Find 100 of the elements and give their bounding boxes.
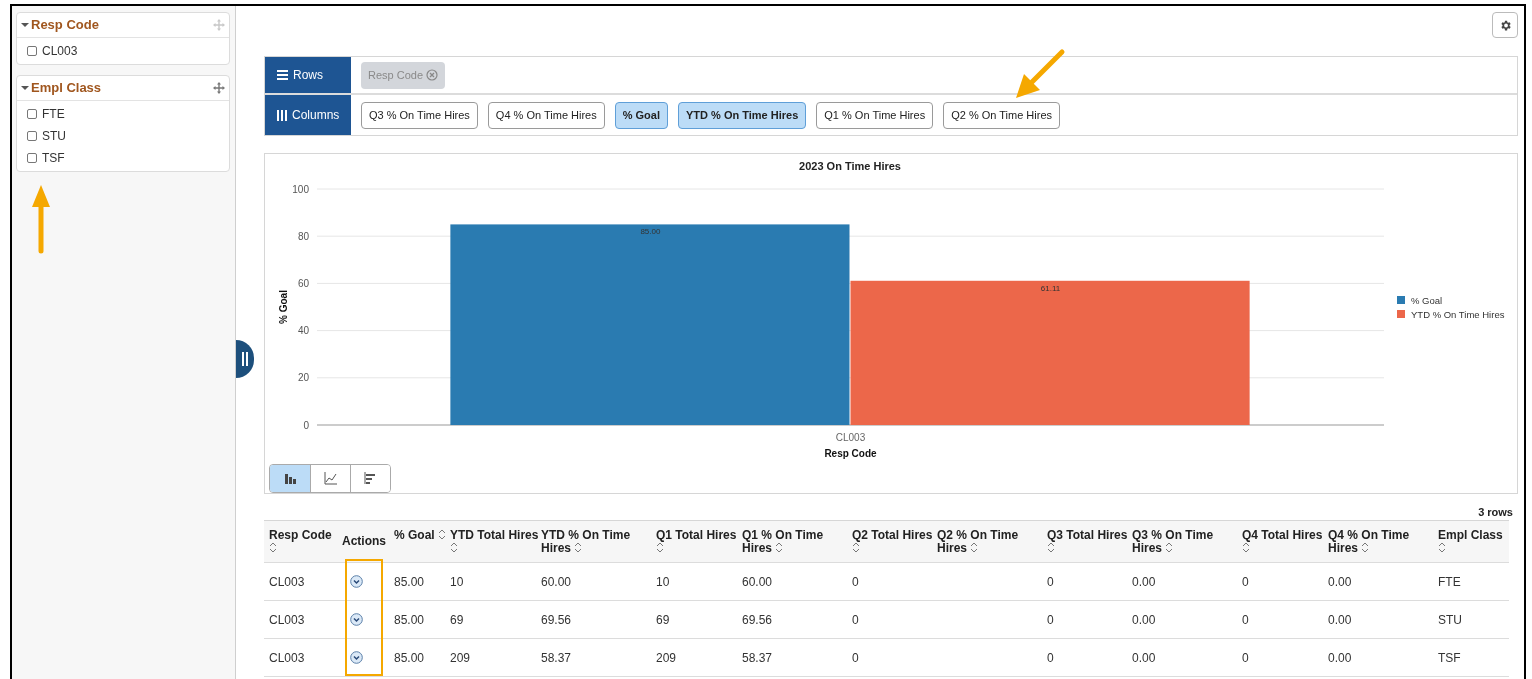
sort-icon[interactable] <box>656 542 664 553</box>
legend-label: YTD % On Time Hires <box>1411 308 1505 320</box>
table-cell: 10 <box>656 574 670 589</box>
checkbox-label: CL003 <box>42 43 78 60</box>
table-cell: CL003 <box>269 612 305 627</box>
sort-icon[interactable] <box>269 542 277 553</box>
panel-splitter-handle[interactable] <box>236 340 254 378</box>
table-cell: FTE <box>1438 574 1461 589</box>
table-cell: STU <box>1438 612 1462 627</box>
column-field-chip[interactable]: Q3 % On Time Hires <box>361 101 478 129</box>
table-cell: 60.00 <box>742 574 773 589</box>
column-header[interactable]: Q1 % On Time Hires <box>742 520 852 563</box>
sort-icon[interactable] <box>1047 542 1055 553</box>
actions-button[interactable] <box>350 651 363 664</box>
sort-icon[interactable] <box>1165 542 1174 553</box>
column-header[interactable]: Q1 Total Hires <box>656 520 742 563</box>
column-header[interactable]: Q2 Total Hires <box>852 520 937 563</box>
checkbox-label: STU <box>42 128 66 145</box>
chart-type-button[interactable] <box>270 465 310 492</box>
horizontal-bar-chart-icon <box>364 472 377 485</box>
column-header[interactable]: Q4 % On Time Hires <box>1328 520 1438 563</box>
column-header[interactable]: Q2 % On Time Hires <box>937 520 1047 563</box>
data-label: 61.11 <box>1040 283 1061 293</box>
chart-title: 2023 On Time Hires <box>799 160 901 172</box>
sort-icon[interactable] <box>1242 542 1250 553</box>
column-field-chip[interactable]: YTD % On Time Hires <box>678 101 807 129</box>
menu-icon <box>277 69 288 81</box>
column-header[interactable]: YTD Total Hires <box>450 520 541 563</box>
table-cell: 0 <box>1047 574 1054 589</box>
table-cell: 0 <box>852 574 859 589</box>
actions-button[interactable] <box>350 613 363 626</box>
checkbox[interactable] <box>27 109 37 119</box>
chevron-down-circle-icon <box>350 651 363 664</box>
sort-icon[interactable] <box>1438 542 1446 553</box>
axis-tick-label: CL003 <box>835 432 866 443</box>
column-header[interactable]: % Goal <box>394 520 450 563</box>
remove-icon[interactable] <box>426 69 439 81</box>
table-cell: 0 <box>852 612 859 627</box>
column-header[interactable]: Actions <box>342 520 394 563</box>
table-cell: 0 <box>1242 612 1249 627</box>
table-cell: 0.00 <box>1328 612 1352 627</box>
table-cell: 0.00 <box>1328 650 1352 665</box>
axis-tick-label: 100 <box>292 183 309 195</box>
table-cell: 85.00 <box>394 612 425 627</box>
axis-tick-label: 60 <box>297 277 309 289</box>
checkbox[interactable] <box>27 131 37 141</box>
table-cell: 69.56 <box>742 612 773 627</box>
axis-title: % Goal <box>278 290 289 324</box>
filter-panel-toggle[interactable]: Empl Class <box>21 78 102 98</box>
pivot-label-text: Columns <box>292 107 340 124</box>
annotation-arrow <box>1014 48 1066 100</box>
axis-tick-label: 20 <box>297 372 309 384</box>
checkbox-label: TSF <box>42 150 65 167</box>
table-cell: 69.56 <box>541 612 572 627</box>
actions-button[interactable] <box>350 575 363 588</box>
columns-icon <box>277 109 287 121</box>
move-icon[interactable] <box>213 82 225 94</box>
table-cell: CL003 <box>269 574 305 589</box>
table-cell: TSF <box>1438 650 1461 665</box>
sort-icon[interactable] <box>438 529 447 540</box>
filter-panel-toggle[interactable]: Resp Code <box>21 15 99 35</box>
column-header[interactable]: Q3 % On Time Hires <box>1132 520 1242 563</box>
table-cell: 10 <box>450 574 464 589</box>
sort-icon[interactable] <box>574 542 583 553</box>
column-header[interactable]: Q4 Total Hires <box>1242 520 1328 563</box>
table-cell: 209 <box>656 650 677 665</box>
column-field-chip[interactable]: % Goal <box>614 101 668 129</box>
table-cell: 85.00 <box>394 574 425 589</box>
axis-tick-label: 0 <box>303 419 309 431</box>
sort-icon[interactable] <box>970 542 979 553</box>
row-count: 3 rows <box>1478 505 1513 519</box>
column-header[interactable]: Q3 Total Hires <box>1047 520 1132 563</box>
column-header[interactable]: YTD % On Time Hires <box>541 520 656 563</box>
settings-button[interactable] <box>1492 12 1518 38</box>
table-cell: 0 <box>1047 612 1054 627</box>
table-cell: 69 <box>656 612 670 627</box>
data-label: 85.00 <box>640 227 661 237</box>
table-cell: 58.37 <box>541 650 572 665</box>
sort-icon[interactable] <box>450 542 458 553</box>
column-field-chip[interactable]: Q4 % On Time Hires <box>487 101 605 129</box>
column-field-chip[interactable]: Q1 % On Time Hires <box>816 101 934 129</box>
chart-type-button[interactable] <box>350 465 390 492</box>
column-field-chip[interactable]: Q2 % On Time Hires <box>943 101 1060 129</box>
axis-title: Resp Code <box>824 448 877 459</box>
table-cell: 0 <box>1242 574 1249 589</box>
table-cell: 0.00 <box>1132 650 1156 665</box>
axis-tick-label: 80 <box>297 230 309 242</box>
legend-label: % Goal <box>1411 294 1443 306</box>
table-cell: 85.00 <box>394 650 425 665</box>
table-cell: 58.37 <box>742 650 773 665</box>
table-cell: 209 <box>450 650 471 665</box>
table-cell: 0.00 <box>1328 574 1352 589</box>
checkbox[interactable] <box>27 46 37 56</box>
sort-icon[interactable] <box>852 542 860 553</box>
sort-icon[interactable] <box>775 542 784 553</box>
line-chart-icon <box>324 472 337 485</box>
column-header[interactable]: Empl Class <box>1438 520 1509 563</box>
sort-icon[interactable] <box>1361 542 1370 553</box>
column-header[interactable]: Resp Code <box>264 520 342 563</box>
checkbox[interactable] <box>27 153 37 163</box>
